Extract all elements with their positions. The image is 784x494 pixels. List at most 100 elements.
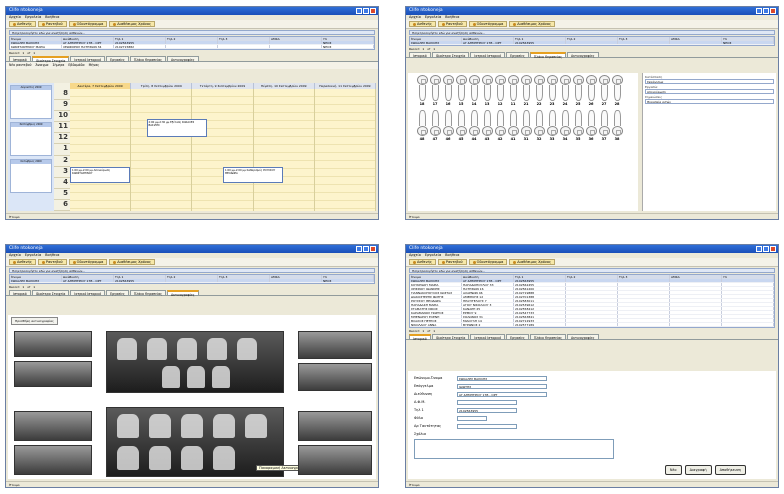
xray-periapical-set[interactable] (106, 331, 284, 393)
work-field[interactable]: Απονεύρωση (645, 89, 774, 94)
tooth[interactable]: 44 (468, 110, 480, 141)
tooth[interactable]: 35 (572, 110, 584, 141)
day-slot-column[interactable] (314, 89, 377, 211)
tab-details[interactable]: Ιδιαίτερα Στοιχεία (431, 52, 470, 58)
mini-month[interactable]: Αύγουστος 2009 (10, 85, 52, 119)
nav-availability-button[interactable]: Διαθέσιμος Χρόνος (109, 259, 156, 265)
xray-image[interactable] (298, 363, 372, 391)
tab-work[interactable]: Εργασίες (506, 52, 529, 58)
xray-image[interactable] (14, 331, 92, 357)
pager-current[interactable]: 1 (22, 285, 24, 289)
close-button[interactable] (370, 246, 376, 252)
tooth[interactable]: 38 (611, 110, 623, 141)
xray-image[interactable] (298, 411, 372, 441)
tab-plan[interactable]: Πλάνο Θεραπείας (129, 56, 166, 62)
notes-field[interactable]: Θεραπεία ριζών (645, 99, 774, 104)
patient-search-input[interactable]: Πληκτρολογήστε εδώ για αναζήτηση ασθενών… (9, 30, 375, 35)
tab-work[interactable]: Εργασίες (106, 290, 129, 296)
tab-history[interactable]: Ιστορικό (9, 56, 31, 62)
nav-patient-button[interactable]: Ασθενής (9, 21, 36, 27)
close-button[interactable] (770, 246, 776, 252)
menu-file[interactable]: Αρχείο (9, 15, 21, 20)
maximize-button[interactable] (363, 8, 369, 14)
tooth[interactable]: 22 (533, 75, 545, 106)
notes-textarea[interactable] (414, 439, 614, 459)
nav-dental-chart-button[interactable]: Οδοντόγραμμα (68, 259, 108, 265)
tooth[interactable]: 26 (585, 75, 597, 106)
nav-appointments-button[interactable]: Ραντεβού (37, 21, 67, 27)
patient-search-input[interactable]: Πληκτρολογήστε εδώ για αναζήτηση ασθενών… (409, 30, 775, 35)
table-row[interactable]: ΝΙΚΟΛΑΟΥ ΑΝΝΑ ΒΥΡΩΝΟΣ 2 2102577189 (410, 323, 774, 327)
id-number-field[interactable] (457, 423, 517, 429)
menu-help[interactable]: Βοήθεια (45, 15, 59, 20)
day-slot-column[interactable] (253, 89, 315, 211)
xray-image[interactable] (14, 411, 92, 441)
tooth[interactable]: 42 (494, 110, 506, 141)
nav-dental-chart-button[interactable]: Οδοντόγραμμα (468, 259, 508, 265)
tab-history[interactable]: Ιστορικό (409, 334, 431, 341)
tooth[interactable]: 18 (416, 75, 428, 106)
table-row[interactable]: ΚΩΝΣΤΑΝΤΙΝΟΥ ΜΑΡΙΑ ΛΕΩΦΟΡΟΣ ΠΑΤΗΣΙΩΝ 34 21… (10, 45, 374, 49)
minimize-button[interactable] (756, 8, 762, 14)
close-button[interactable] (770, 8, 776, 14)
menu-tools[interactable]: Εργαλεία (425, 15, 441, 20)
tooth[interactable]: 23 (546, 75, 558, 106)
xray-image[interactable] (14, 361, 92, 387)
nav-appointments-button[interactable]: Ραντεβού (437, 259, 467, 265)
minimize-button[interactable] (356, 246, 362, 252)
new-appointment-button[interactable]: Νέο ραντεβού (9, 63, 31, 68)
tab-xrays[interactable]: Ακτινογραφίες (566, 334, 599, 340)
tooth[interactable]: 45 (455, 110, 467, 141)
tab-history[interactable]: Ιστορικό (409, 52, 431, 58)
menu-help[interactable]: Βοήθεια (445, 253, 459, 258)
tab-xrays[interactable]: Ακτινογραφίες (166, 290, 199, 297)
appointment[interactable]: 1:00 μμ-2:00 μμ Καθαρισμός ΡΟΥΣΣΟΥ ΘΕΟΔΩ… (223, 167, 283, 183)
month-button[interactable]: Μήνας (89, 63, 100, 68)
pager-current[interactable]: 1 (22, 51, 24, 55)
nav-availability-button[interactable]: Διαθέσιμος Χρόνος (509, 259, 556, 265)
today-button[interactable]: Σήμερα (53, 63, 65, 68)
tooth[interactable]: 25 (572, 75, 584, 106)
tooth[interactable]: 41 (507, 110, 519, 141)
tab-details[interactable]: Ιδιαίτερα Στοιχεία (431, 334, 470, 340)
status-field[interactable]: Σφράγισμα (645, 79, 774, 84)
tooth[interactable]: 48 (416, 110, 428, 141)
tooth[interactable]: 24 (559, 75, 571, 106)
tooth[interactable]: 31 (520, 110, 532, 141)
nav-patient-button[interactable]: Ασθενής (409, 21, 436, 27)
mini-month[interactable]: Σεπτέμβριος 2009 (10, 122, 52, 156)
patient-search-input[interactable]: Πληκτρολογήστε εδώ για αναζήτηση ασθενών… (409, 268, 775, 273)
menu-file[interactable]: Αρχείο (9, 253, 21, 258)
phone1-field[interactable]: 2102563955 (457, 407, 517, 413)
menu-tools[interactable]: Εργαλεία (425, 253, 441, 258)
minimize-button[interactable] (356, 8, 362, 14)
menu-tools[interactable]: Εργαλεία (25, 253, 41, 258)
menu-file[interactable]: Αρχείο (409, 15, 421, 20)
add-xray-button[interactable]: Προσθήκη ακτινογραφίας (11, 317, 58, 325)
maximize-button[interactable] (363, 246, 369, 252)
tooth[interactable]: 36 (585, 110, 597, 141)
tooth[interactable]: 16 (442, 75, 454, 106)
tooth[interactable]: 21 (520, 75, 532, 106)
tab-medical[interactable]: Ιατρικό Ιστορικό (70, 56, 106, 62)
patient-search-input[interactable]: Πληκτρολογήστε εδώ για αναζήτηση ασθενών… (9, 268, 375, 273)
tab-work[interactable]: Εργασίες (106, 56, 129, 62)
appointment[interactable]: 1:00 μμ-2:00 μμ Απονεύρωση ΚΩΝΣΤΑΝΤΙΝΟΥ (70, 167, 130, 183)
table-row[interactable]: ΣΩΚΑΛΕΣ ΒΑΣΙΛΗΣ ΑΓ ΔΗΜΗΤΡΙΟΥ 17Β - ΟΡΤ 210… (10, 279, 374, 283)
tab-xrays[interactable]: Ακτινογραφίες (166, 56, 199, 62)
nav-dental-chart-button[interactable]: Οδοντόγραμμα (468, 21, 508, 27)
new-button[interactable]: Νέο (664, 465, 682, 475)
tooth[interactable]: 46 (442, 110, 454, 141)
table-row[interactable]: ΣΩΚΑΛΕΣ ΒΑΣΙΛΗΣ ΑΓ ΔΗΜΗΤΡΙΟΥ 17Β - ΟΡΤ 210… (410, 41, 774, 45)
xray-image[interactable] (298, 445, 372, 475)
minimize-button[interactable] (756, 246, 762, 252)
save-button[interactable]: Αποθήκευση (714, 465, 746, 475)
tab-medical[interactable]: Ιατρικό Ιστορικό (70, 290, 106, 296)
mini-month[interactable]: Οκτώβριος 2009 (10, 159, 52, 193)
tooth[interactable]: 17 (429, 75, 441, 106)
tooth[interactable]: 12 (494, 75, 506, 106)
tooth[interactable]: 47 (429, 110, 441, 141)
tooth[interactable]: 14 (468, 75, 480, 106)
nav-availability-button[interactable]: Διαθέσιμος Χρόνος (509, 21, 556, 27)
maximize-button[interactable] (763, 246, 769, 252)
